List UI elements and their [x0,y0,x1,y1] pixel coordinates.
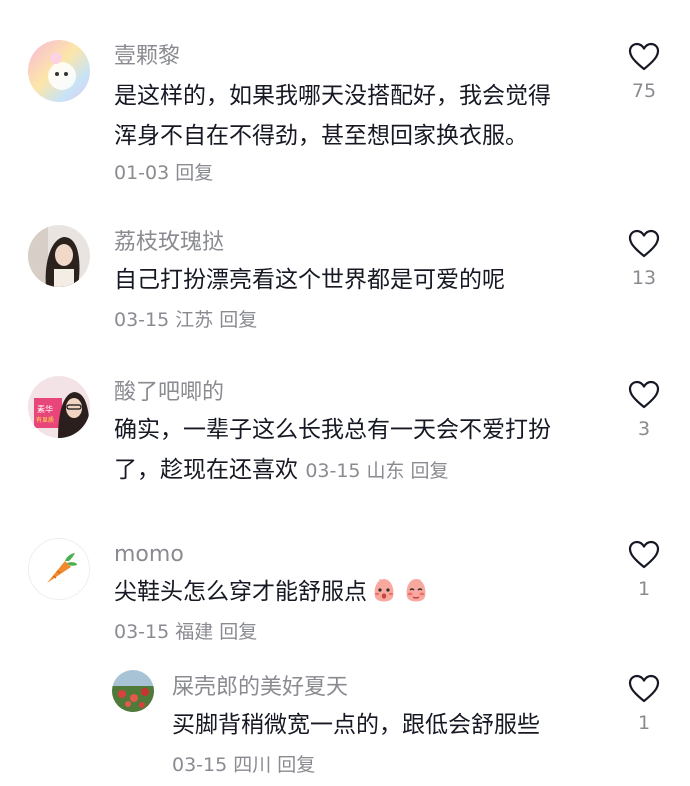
avatar[interactable] [28,225,90,287]
comment-username[interactable]: 酸了吧唧的 [114,382,224,404]
like-count: 13 [631,267,657,289]
comment-text-line: 确实，一辈子这么长我总有一天会不爱打扮 [114,417,551,443]
reply-button[interactable]: 回复 [219,309,257,331]
comment-location: 江苏 [175,309,214,331]
comment-text-line: 浑身不自在不得劲，甚至想回家换衣服。 [114,123,528,149]
comment-location: 福建 [175,621,214,643]
avatar[interactable]: 素华 有显质 [28,376,90,438]
comment-meta: 03-15 福建 回复 [114,623,263,642]
comment-location: 山东 [366,460,405,482]
comment-meta: 03-15 山东 回复 [305,460,454,482]
comment-date: 03-15 [305,460,361,482]
comment-username[interactable]: momo [114,544,184,566]
heart-outline-icon [628,42,660,71]
comment-text-line: 尖鞋头怎么穿才能舒服点 [114,579,367,605]
comment-text-line: 了，趁现在还喜欢 [114,457,298,483]
comment-date: 01-03 [114,162,170,184]
heart-outline-icon [628,540,660,569]
comment-text-line: 是这样的，如果我哪天没搭配好，我会觉得 [114,83,551,109]
comment-meta: 03-15 江苏 回复 [114,311,263,330]
comment-username[interactable]: 荔枝玫瑰挞 [114,232,224,254]
avatar-badge-text: 素华 [37,404,53,414]
carrot-icon [29,539,89,599]
shy-emoji-icon [406,579,426,602]
comment-date: 03-15 [172,754,228,776]
like-button[interactable]: 1 [614,674,674,733]
like-count: 3 [637,418,651,440]
avatar[interactable] [28,40,90,102]
reply-button[interactable]: 回复 [175,162,213,184]
comment-meta: 03-15 四川 回复 [172,756,321,775]
comment-text-line: 自己打扮漂亮看这个世界都是可爱的呢 [114,267,505,293]
comment-meta: 01-03 回复 [114,164,219,183]
comment-text: 确实，一辈子这么长我总有一天会不爱打扮 了，趁现在还喜欢 03-15 山东 回复 [114,410,604,491]
like-button[interactable]: 3 [614,380,674,439]
comment-date: 03-15 [114,309,170,331]
heart-outline-icon [628,229,660,258]
comment-text: 自己打扮漂亮看这个世界都是可爱的呢 [114,260,594,300]
heart-outline-icon [628,380,660,409]
avatar[interactable] [28,538,90,600]
reply-button[interactable]: 回复 [219,621,257,643]
comment-username[interactable]: 屎壳郎的美好夏天 [172,677,348,699]
comment-date: 03-15 [114,621,170,643]
reply-button[interactable]: 回复 [277,754,315,776]
reply-button[interactable]: 回复 [411,460,449,482]
blush-emoji-icon [374,579,394,602]
avatar[interactable] [112,670,154,712]
comment-text-line-with-meta: 了，趁现在还喜欢 03-15 山东 回复 [114,450,604,491]
avatar-badge-text: 有显质 [36,416,54,424]
comment-text-line: 尖鞋头怎么穿才能舒服点 [114,572,594,612]
like-button[interactable]: 13 [614,229,674,288]
like-button[interactable]: 75 [614,42,674,101]
heart-outline-icon [628,674,660,703]
comment-text-line: 买脚背稍微宽一点的，跟低会舒服些 [172,712,540,738]
comment-text: 尖鞋头怎么穿才能舒服点 [114,572,594,612]
comment-location: 四川 [233,754,272,776]
comment-text: 是这样的，如果我哪天没搭配好，我会觉得 浑身不自在不得劲，甚至想回家换衣服。 [114,76,594,156]
like-button[interactable]: 1 [614,540,674,599]
comment-username[interactable]: 壹颗黎 [114,46,180,68]
like-count: 75 [631,80,657,102]
like-count: 1 [637,578,651,600]
comment-text: 买脚背稍微宽一点的，跟低会舒服些 [172,705,592,745]
like-count: 1 [637,712,651,734]
